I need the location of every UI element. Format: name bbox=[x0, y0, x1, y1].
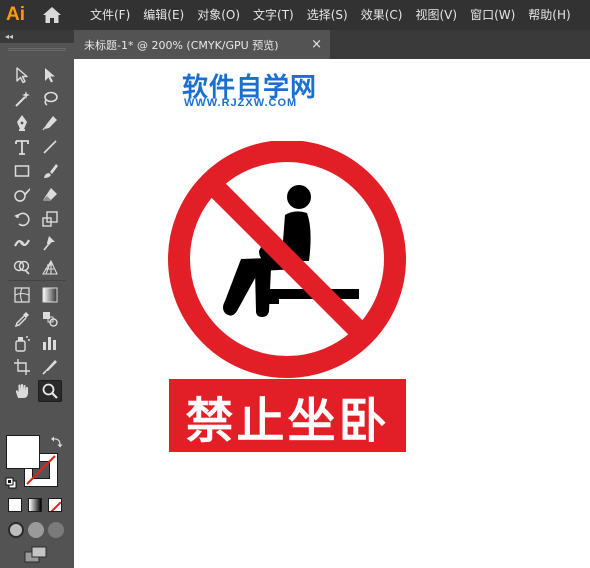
menu-items: 文件(F) 编辑(E) 对象(O) 文字(T) 选择(S) 效果(C) 视图(V… bbox=[90, 0, 571, 30]
draw-inside-icon[interactable] bbox=[48, 522, 64, 538]
slice-tool[interactable] bbox=[38, 356, 62, 378]
lasso-icon bbox=[44, 91, 58, 106]
toolbar-grip[interactable] bbox=[8, 48, 66, 51]
type-t-icon bbox=[15, 140, 29, 155]
draw-behind-icon[interactable] bbox=[28, 522, 44, 538]
pen-nib-icon bbox=[17, 115, 27, 131]
eyedropper-icon bbox=[14, 312, 29, 328]
artboard-icon bbox=[14, 359, 30, 375]
rectangle-tool[interactable] bbox=[10, 160, 34, 182]
menu-file[interactable]: 文件(F) bbox=[90, 0, 130, 30]
line-segment-tool[interactable] bbox=[38, 136, 62, 158]
default-fill-stroke-icon[interactable] bbox=[5, 474, 17, 493]
hand-icon bbox=[15, 384, 28, 398]
artboard-tool[interactable] bbox=[10, 356, 34, 378]
no-sitting-sign[interactable] bbox=[167, 141, 407, 381]
app-logo[interactable]: Ai bbox=[6, 3, 30, 27]
close-tab-icon[interactable]: × bbox=[311, 30, 322, 59]
rotate-icon bbox=[14, 212, 30, 227]
symbol-sprayer-icon bbox=[15, 336, 30, 352]
zoom-tool[interactable] bbox=[38, 380, 62, 402]
mesh-tool[interactable] bbox=[10, 284, 34, 306]
toolbar-separator bbox=[8, 280, 66, 281]
scale-icon bbox=[42, 211, 58, 227]
paintbrush-tool[interactable] bbox=[38, 160, 62, 182]
eraser-tool[interactable] bbox=[38, 184, 62, 206]
column-graph-icon bbox=[43, 337, 56, 350]
width-icon bbox=[14, 239, 30, 247]
menu-type[interactable]: 文字(T) bbox=[253, 0, 294, 30]
menu-object[interactable]: 对象(O) bbox=[197, 0, 240, 30]
none-icon bbox=[50, 501, 61, 511]
toolbar: ◂◂ bbox=[0, 30, 74, 568]
document-tab-bar: 未标题-1* @ 200% (CMYK/GPU 预览) × bbox=[74, 30, 590, 59]
shaper-tool[interactable] bbox=[10, 184, 34, 206]
menu-view[interactable]: 视图(V) bbox=[415, 0, 457, 30]
gradient-mode-button[interactable] bbox=[28, 498, 42, 512]
selection-tool[interactable] bbox=[10, 64, 34, 86]
screen-mode-button[interactable] bbox=[24, 546, 48, 564]
lasso-tool[interactable] bbox=[38, 88, 62, 110]
menu-edit[interactable]: 编辑(E) bbox=[143, 0, 184, 30]
blend-icon bbox=[43, 312, 58, 327]
menu-window[interactable]: 窗口(W) bbox=[470, 0, 515, 30]
selection-arrow-icon bbox=[16, 67, 28, 84]
symbol-sprayer-tool[interactable] bbox=[10, 332, 34, 354]
magic-wand-tool[interactable] bbox=[10, 88, 34, 110]
screen-mode-icon bbox=[24, 546, 47, 563]
perspective-grid-tool[interactable] bbox=[38, 256, 62, 278]
eraser-icon bbox=[43, 188, 57, 201]
artboard-canvas[interactable]: 软件自学网 WWW.RJZXW.COM 禁止坐卧 bbox=[74, 59, 590, 568]
home-button[interactable] bbox=[42, 6, 62, 24]
swap-fill-stroke-icon[interactable] bbox=[50, 434, 64, 453]
menu-bar: Ai 文件(F) 编辑(E) 对象(O) 文字(T) 选择(S) 效果(C) 视… bbox=[0, 0, 590, 30]
curvature-tool[interactable] bbox=[38, 112, 62, 134]
shape-builder-tool[interactable] bbox=[10, 256, 34, 278]
menu-help[interactable]: 帮助(H) bbox=[528, 0, 570, 30]
menu-effect[interactable]: 效果(C) bbox=[361, 0, 403, 30]
puppet-warp-tool[interactable] bbox=[38, 232, 62, 254]
draw-normal-icon[interactable] bbox=[8, 522, 24, 538]
sign-label-text: 禁止坐卧 bbox=[185, 392, 390, 449]
pen-tool[interactable] bbox=[10, 112, 34, 134]
perspective-grid-icon bbox=[42, 259, 58, 275]
toolbar-header: ◂◂ bbox=[0, 30, 74, 43]
shape-builder-icon bbox=[13, 260, 30, 275]
hand-tool[interactable] bbox=[10, 380, 34, 402]
home-icon bbox=[43, 7, 61, 23]
rectangle-icon bbox=[14, 165, 30, 177]
shaper-icon bbox=[14, 188, 30, 202]
fill-swatch[interactable] bbox=[6, 435, 40, 469]
direct-selection-tool[interactable] bbox=[38, 64, 62, 86]
blend-tool[interactable] bbox=[38, 308, 62, 330]
curvature-pen-icon bbox=[42, 116, 57, 131]
slice-knife-icon bbox=[42, 360, 57, 375]
watermark-url: WWW.RJZXW.COM bbox=[184, 97, 298, 109]
gradient-icon bbox=[42, 287, 58, 303]
type-tool[interactable] bbox=[10, 136, 34, 158]
zoom-magnifier-icon bbox=[42, 383, 58, 399]
scale-tool[interactable] bbox=[38, 208, 62, 230]
eyedropper-tool[interactable] bbox=[10, 308, 34, 330]
rotate-tool[interactable] bbox=[10, 208, 34, 230]
none-mode-button[interactable] bbox=[48, 498, 62, 512]
mesh-icon bbox=[14, 287, 30, 303]
line-segment-icon bbox=[43, 140, 57, 154]
direct-selection-arrow-icon bbox=[45, 68, 55, 83]
magic-wand-icon bbox=[15, 91, 30, 107]
gradient-tool[interactable] bbox=[38, 284, 62, 306]
collapse-panel-button[interactable]: ◂◂ bbox=[5, 30, 13, 43]
document-tab[interactable]: 未标题-1* @ 200% (CMYK/GPU 预览) × bbox=[74, 30, 330, 59]
column-graph-tool[interactable] bbox=[38, 332, 62, 354]
width-tool[interactable] bbox=[10, 232, 34, 254]
puppet-pin-icon bbox=[43, 236, 55, 251]
document-tab-title: 未标题-1* @ 200% (CMYK/GPU 预览) bbox=[84, 38, 279, 52]
menu-select[interactable]: 选择(S) bbox=[307, 0, 348, 30]
sign-label-banner[interactable]: 禁止坐卧 bbox=[169, 379, 406, 452]
paintbrush-icon bbox=[44, 164, 58, 178]
color-mode-button[interactable] bbox=[8, 498, 22, 512]
